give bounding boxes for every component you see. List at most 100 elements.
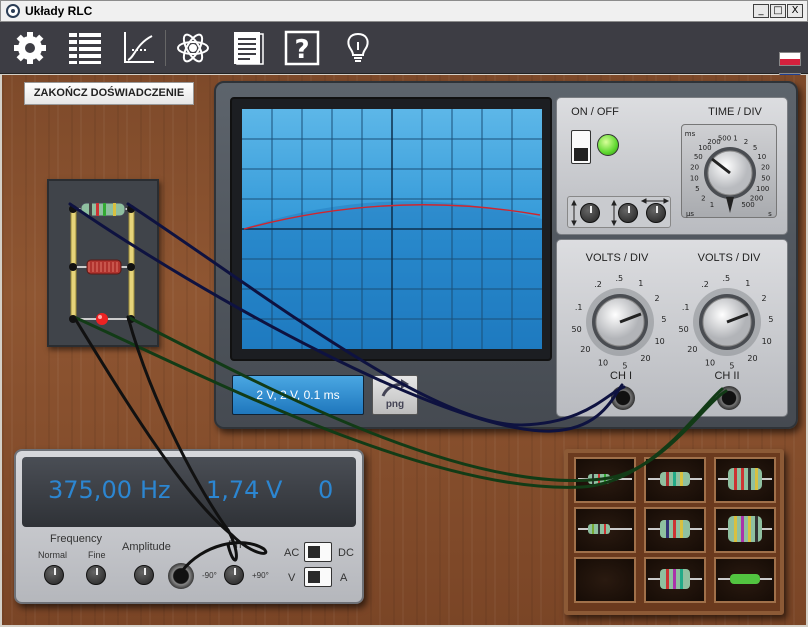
terminal-node [127, 315, 135, 323]
component-slot[interactable] [644, 557, 706, 603]
s-label: s [768, 210, 772, 218]
terminal-node [69, 263, 77, 271]
inductor-component[interactable] [86, 259, 122, 275]
time-div-scale-label: 100 [756, 185, 769, 193]
ch1-volts-scale-label: 10 [598, 359, 608, 368]
phase-knob[interactable] [224, 565, 244, 585]
timebase-panel: ON / OFF TIME / DIV ms µs s 1 2 5 10 20 50 100… [556, 97, 788, 235]
ch1-input-socket[interactable] [611, 386, 635, 410]
scope-screen [242, 109, 542, 349]
ch2-volts-scale-label: .2 [701, 280, 709, 289]
time-div-scale-label: 1 [710, 201, 714, 209]
ch2-volts-scale-label: 2 [761, 294, 766, 303]
component-slot[interactable] [714, 557, 776, 603]
ch1-volts-scale-label: 1 [638, 279, 643, 288]
ch2-volts-knob[interactable] [693, 288, 761, 356]
png-export-button[interactable]: png [372, 375, 418, 415]
ch2-volts-scale-label: 5 [768, 315, 773, 324]
position-controls [567, 196, 671, 228]
time-div-scale-label: 50 [694, 153, 703, 161]
frequency-normal-knob[interactable] [44, 565, 64, 585]
png-label: png [385, 399, 405, 410]
fine-label: Fine [88, 550, 106, 560]
voltage-unit: V [266, 476, 283, 504]
app-icon [6, 4, 20, 18]
workbench: ZAKOŃCZ DOŚWIADCZENIE 2 V, 2 V, 0.1 ms p… [2, 75, 806, 625]
power-switch[interactable] [571, 130, 591, 164]
generator-display: 375,00 Hz 1,74 V 0 [22, 457, 356, 527]
ch2-position-knob[interactable] [618, 203, 638, 223]
generator-output-socket[interactable] [168, 563, 194, 589]
ch2-volts-scale-label: 10 [705, 359, 715, 368]
close-button[interactable]: X [787, 4, 803, 18]
atom-icon[interactable] [175, 30, 211, 66]
oscilloscope: 2 V, 2 V, 0.1 ms png ON / OFF TIME / DIV… [214, 81, 798, 429]
title-bar: Układy RLC _ □ X [0, 0, 808, 22]
component-slot[interactable] [644, 457, 706, 503]
led-indicator [96, 313, 108, 325]
ch1-volts-scale-label: 10 [655, 337, 665, 346]
ch1-volts-scale-label: 2 [654, 294, 659, 303]
component-box [564, 449, 784, 615]
ac-dc-switch[interactable] [304, 542, 332, 562]
pl-flag[interactable] [779, 52, 801, 66]
maximize-button[interactable]: □ [770, 4, 786, 18]
window-title: Układy RLC [25, 4, 93, 18]
resistor-component[interactable] [80, 202, 126, 217]
amplitude-label: Amplitude [122, 541, 171, 553]
channels-panel: VOLTS / DIV VOLTS / DIV .2 .5 1 2 5 10 20 5 10 20… [556, 239, 788, 417]
time-div-label: TIME / DIV [708, 106, 762, 118]
toolbar-separator [165, 30, 166, 66]
ms-label: ms [685, 130, 696, 138]
ch1-volts-scale-label: .2 [594, 280, 602, 289]
ch1-volts-scale-label: 20 [640, 354, 650, 363]
on-off-label: ON / OFF [571, 106, 619, 118]
phase-value: 0 [318, 476, 334, 504]
time-div-scale-label: 20 [761, 163, 770, 171]
ch2-volts-scale-label: 1 [745, 279, 750, 288]
ch1-position-knob[interactable] [580, 203, 600, 223]
ch1-volts-knob[interactable] [586, 288, 654, 356]
frequency-fine-knob[interactable] [86, 565, 106, 585]
horizontal-position-knob[interactable] [646, 203, 666, 223]
component-slot[interactable] [574, 457, 636, 503]
lightbulb-icon[interactable] [340, 30, 376, 66]
time-div-scale-label: 500 [741, 201, 754, 209]
ch1-volts-scale-label: 20 [580, 345, 590, 354]
component-slot[interactable] [714, 457, 776, 503]
frequency-value: 375,00 [48, 476, 132, 504]
a-label: A [340, 572, 348, 584]
help-icon[interactable]: ? [284, 30, 320, 66]
time-div-scale-label: 2 [701, 194, 705, 202]
list-icon[interactable] [67, 30, 103, 66]
terminal-node [127, 205, 135, 213]
time-div-dial: ms µs s 1 2 5 10 20 50 100 200 500 1 2 5 10 20 50 100 20… [681, 124, 777, 218]
ch1-volts-scale-label: 5 [661, 315, 666, 324]
component-slot-empty[interactable] [574, 557, 636, 603]
finish-experiment-button[interactable]: ZAKOŃCZ DOŚWIADCZENIE [24, 82, 194, 105]
time-div-scale-label: 5 [753, 144, 757, 152]
document-icon[interactable] [230, 30, 266, 66]
terminal-node [69, 315, 77, 323]
ch2-input-socket[interactable] [717, 386, 741, 410]
gear-icon[interactable] [12, 30, 48, 66]
time-div-scale-label: 10 [690, 174, 699, 182]
component-slot[interactable] [714, 507, 776, 553]
volts-dials: .2.512510205102050.1 .2.512510205102050.… [572, 274, 774, 371]
voltage-value: 1,74 [206, 476, 260, 504]
circuit-board [47, 179, 159, 347]
minimize-button[interactable]: _ [753, 4, 769, 18]
window-controls: _ □ X [753, 4, 803, 18]
component-slot[interactable] [574, 507, 636, 553]
v-a-switch[interactable] [304, 567, 332, 587]
scope-readout: 2 V, 2 V, 0.1 ms [232, 375, 364, 415]
phase-max-label: +90° [252, 571, 269, 580]
ch1-volts-div-label: VOLTS / DIV [585, 252, 649, 264]
component-slot[interactable] [644, 507, 706, 553]
ch2-volts-scale-label: 20 [747, 354, 757, 363]
graph-icon[interactable] [120, 30, 156, 66]
ch2-volts-scale-label: .1 [682, 303, 690, 312]
ac-label: AC [284, 547, 300, 559]
time-div-scale-label: 1 [733, 134, 737, 142]
amplitude-knob[interactable] [134, 565, 154, 585]
